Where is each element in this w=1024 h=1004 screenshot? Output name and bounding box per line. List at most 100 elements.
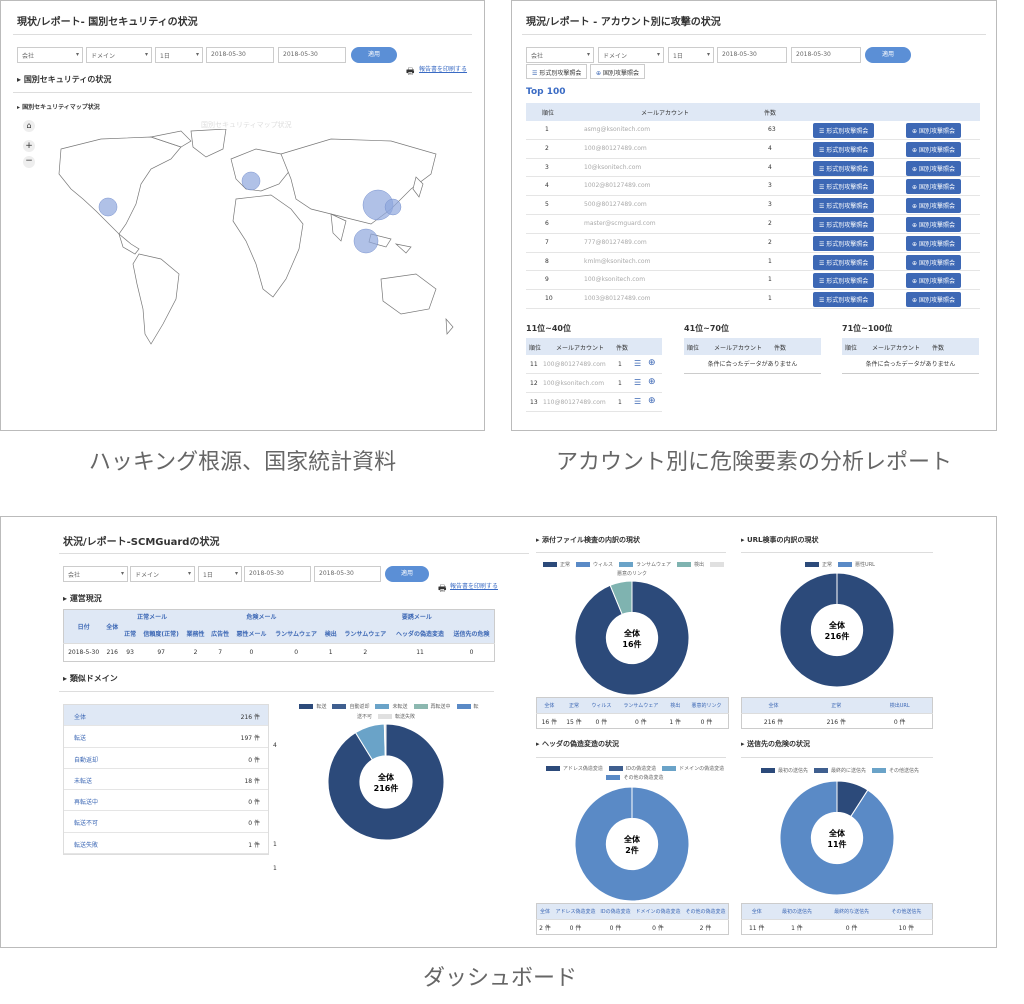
list-icon[interactable]: ☰ bbox=[634, 359, 641, 368]
list-item[interactable]: 未転送 18 件 bbox=[64, 769, 268, 791]
period-select[interactable]: 1日 bbox=[668, 47, 714, 63]
date-from-input[interactable]: 2018-05-30 bbox=[206, 47, 274, 63]
apply-button[interactable]: 適用 bbox=[865, 47, 911, 63]
country-attack-button[interactable]: ⊕ 国別攻撃照会 bbox=[906, 273, 961, 289]
country-attack-button[interactable]: ⊕ 国別攻撃照会 bbox=[906, 179, 961, 195]
domain-donut-chart[interactable]: 全体216件 bbox=[326, 722, 446, 842]
period-select[interactable]: 1日 bbox=[198, 566, 242, 582]
company-select[interactable]: 会社 bbox=[17, 47, 83, 63]
format-attack-button[interactable]: ☰ 形式別攻撃照会 bbox=[813, 292, 875, 308]
donut-slice[interactable] bbox=[574, 786, 690, 902]
url-donut-chart[interactable]: 全体216件 bbox=[778, 571, 896, 689]
printer-icon[interactable]: 🖶 bbox=[438, 581, 447, 597]
email-cell: 100@80127489.com bbox=[543, 361, 606, 368]
date-to-input[interactable]: 2018-05-30 bbox=[278, 47, 346, 63]
printer-icon[interactable]: 🖶 bbox=[406, 64, 415, 80]
country-attack-button[interactable]: ⊕ 国別攻撃照会 bbox=[906, 160, 961, 176]
rank-cell: 7 bbox=[545, 238, 549, 246]
globe-icon[interactable]: ⊕ bbox=[648, 396, 656, 406]
chart-title-label: 添付ファイル検査の内訳の現状 bbox=[541, 536, 640, 544]
rank-cell: 3 bbox=[545, 163, 549, 171]
list-item[interactable]: 転送失敗 1 件 bbox=[64, 833, 268, 855]
globe-icon[interactable]: ⊕ bbox=[648, 358, 656, 368]
country-attack-button[interactable]: ⊕ 国別攻撃照会 bbox=[906, 198, 961, 214]
apply-button[interactable]: 適用 bbox=[385, 566, 429, 582]
format-attack-button[interactable]: ☰ 形式別攻撃照会 bbox=[813, 235, 875, 251]
domain-select[interactable]: ドメイン bbox=[598, 47, 664, 63]
donut-slice[interactable] bbox=[779, 572, 895, 688]
format-attack-button[interactable]: ☰ 形式別攻撃照会 bbox=[813, 123, 875, 138]
list-icon[interactable]: ☰ bbox=[634, 378, 641, 387]
count-cell: 2 bbox=[768, 238, 772, 246]
format-attack-button[interactable]: ☰ 形式別攻撃照会 bbox=[813, 216, 875, 232]
table-cell: 0 件 bbox=[616, 713, 666, 729]
domain-select[interactable]: ドメイン bbox=[86, 47, 152, 63]
table-row: 9 100@ksonitech.com 1 ☰ 形式別攻撃照会 ⊕ 国別攻撃照会 bbox=[526, 271, 980, 291]
globe-icon[interactable]: ⊕ bbox=[648, 377, 656, 387]
page-title: 現状/レポート- 国別セキュリティの状況 bbox=[17, 17, 198, 28]
sender-donut-chart[interactable]: 全体11件 bbox=[778, 779, 896, 897]
date-to-input[interactable]: 2018-05-30 bbox=[314, 566, 381, 582]
print-report-link[interactable]: 報告書を印刷する bbox=[419, 64, 467, 73]
apply-button[interactable]: 適用 bbox=[351, 47, 397, 63]
country-attack-button[interactable]: ⊕ 国別攻撃照会 bbox=[906, 141, 961, 157]
country-bubble[interactable] bbox=[98, 197, 118, 217]
list-icon[interactable]: ☰ bbox=[634, 397, 641, 406]
divider bbox=[13, 34, 472, 35]
list-item[interactable]: 転送不可 0 件 bbox=[64, 811, 268, 833]
format-attack-button[interactable]: ☰ 形式別攻撃照会 bbox=[813, 254, 875, 270]
domain-select[interactable]: ドメイン bbox=[130, 566, 195, 582]
legend-swatch bbox=[543, 562, 558, 567]
table-cell: 7 bbox=[207, 643, 233, 662]
donut-value: 216件 bbox=[374, 783, 399, 793]
col-header: ヘッダの偽造変造 bbox=[396, 630, 445, 638]
button-label: 国別攻撃照会 bbox=[918, 240, 955, 248]
table-cell: 0 件 bbox=[867, 713, 933, 729]
divider bbox=[536, 757, 726, 758]
period-select[interactable]: 1日 bbox=[155, 47, 203, 63]
col-header: 全体 bbox=[768, 703, 779, 709]
donut-slice[interactable] bbox=[779, 780, 895, 896]
rank-cell: 9 bbox=[545, 276, 549, 284]
home-icon[interactable]: ⌂ bbox=[23, 120, 35, 132]
country-attack-button[interactable]: ⊕ 国別攻撃照会 bbox=[906, 235, 961, 251]
zoom-out-icon[interactable]: − bbox=[23, 156, 35, 168]
url-legend: 正常 悪性URL bbox=[741, 561, 933, 570]
country-attack-button[interactable]: ⊕ 国別攻撃照会 bbox=[906, 254, 961, 270]
zoom-in-icon[interactable]: + bbox=[23, 140, 35, 152]
list-item[interactable]: 自動返却 0 件 bbox=[64, 748, 268, 769]
country-attack-button[interactable]: ⊕ 国別攻撃照会 bbox=[906, 216, 961, 232]
globe-icon: ⊕ bbox=[912, 259, 919, 267]
format-attack-button[interactable]: ☰ 形式別攻撃照会 bbox=[813, 141, 875, 157]
list-item[interactable]: 転送 197 件 bbox=[64, 726, 268, 748]
tab-country-attack[interactable]: ⊕ 国別攻撃照会 bbox=[590, 64, 645, 79]
list-item[interactable]: 再転送中 0 件 bbox=[64, 790, 268, 812]
format-attack-button[interactable]: ☰ 形式別攻撃照会 bbox=[813, 160, 875, 176]
country-attack-button[interactable]: ⊕ 国別攻撃照会 bbox=[906, 123, 961, 138]
country-bubble[interactable] bbox=[384, 198, 402, 216]
sub-title: 41位~70位 bbox=[684, 324, 729, 333]
legend-swatch bbox=[872, 768, 886, 773]
legend-label: アドレス偽造変造 bbox=[562, 766, 603, 772]
country-bubble[interactable] bbox=[241, 171, 261, 191]
country-bubble[interactable] bbox=[353, 228, 379, 254]
col-header: 順位 bbox=[529, 345, 542, 352]
print-report-link[interactable]: 報告書を印刷する bbox=[450, 581, 498, 590]
world-map[interactable] bbox=[41, 129, 461, 359]
date-from-input[interactable]: 2018-05-30 bbox=[717, 47, 787, 63]
company-select[interactable]: 会社 bbox=[526, 47, 594, 63]
country-attack-button[interactable]: ⊕ 国別攻撃照会 bbox=[906, 292, 961, 308]
chart-title: ▸ 送信先の危険の状況 bbox=[741, 740, 810, 748]
date-to-input[interactable]: 2018-05-30 bbox=[791, 47, 861, 63]
format-attack-button[interactable]: ☰ 形式別攻撃照会 bbox=[813, 198, 875, 214]
domain-legend: 転送 自動返却 未転送 再転送中 転送不可 転送失敗 bbox=[291, 702, 481, 722]
format-attack-button[interactable]: ☰ 形式別攻撃照会 bbox=[813, 273, 875, 289]
tab-format-attack[interactable]: ☰ 形式別攻撃照会 bbox=[526, 64, 588, 79]
header-donut-chart[interactable]: 全体2件 bbox=[573, 785, 691, 903]
company-select[interactable]: 会社 bbox=[63, 566, 128, 582]
date-from-input[interactable]: 2018-05-30 bbox=[244, 566, 311, 582]
panel-dashboard: 状況/レポート-SCMGuardの状況 会社 ドメイン 1日 2018-05-3… bbox=[0, 516, 997, 948]
format-attack-button[interactable]: ☰ 形式別攻撃照会 bbox=[813, 179, 875, 195]
section-label: 国別セキュリティの状況 bbox=[23, 75, 112, 84]
attach-donut-chart[interactable]: 全体16件 bbox=[573, 579, 691, 697]
